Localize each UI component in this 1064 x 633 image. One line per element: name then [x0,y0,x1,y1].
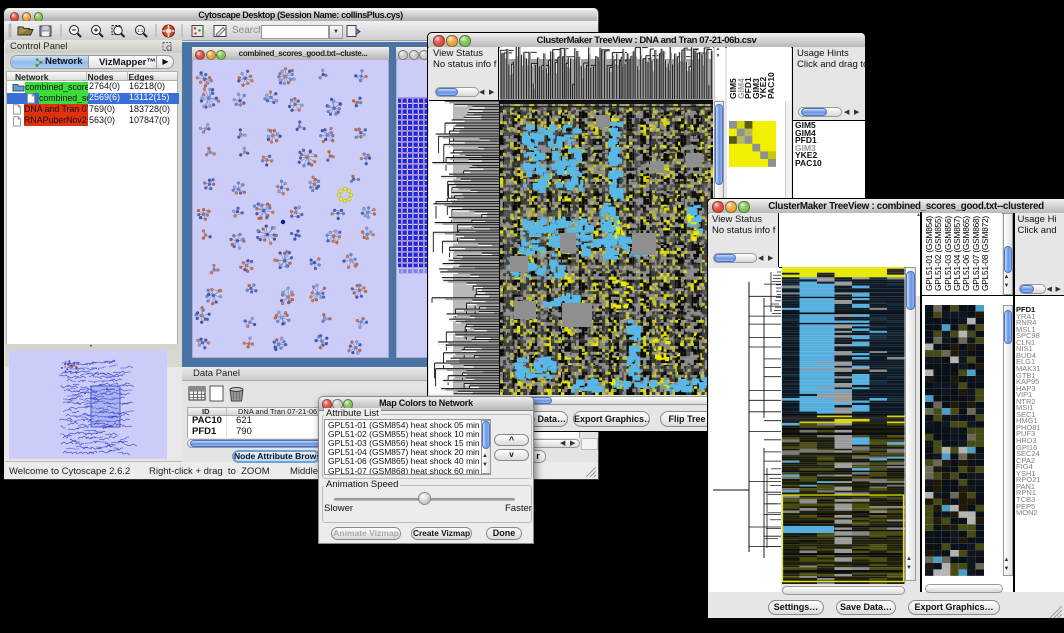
svg-text:1:1: 1:1 [137,28,144,33]
